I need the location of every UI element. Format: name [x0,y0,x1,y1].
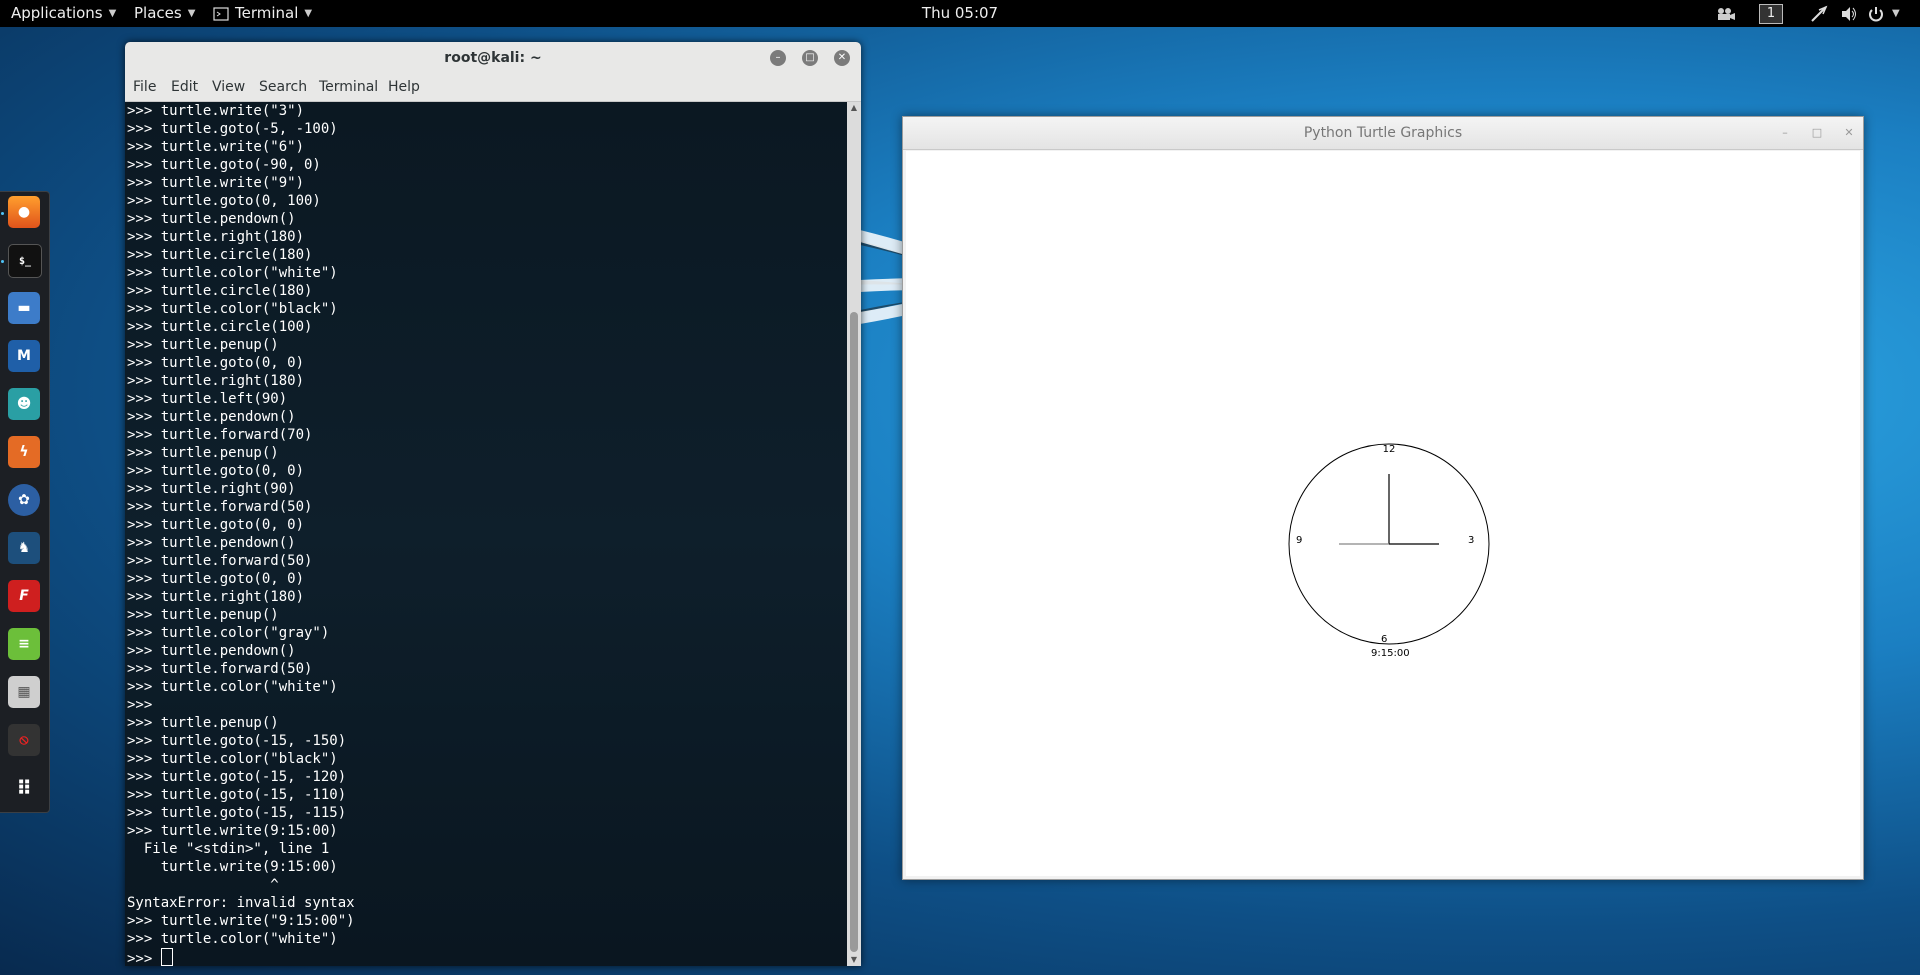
turtle-graphics-window: Python Turtle Graphics – □ ✕ 12 3 6 9 9:… [902,116,1864,880]
show-apps-icon[interactable]: ⠿ [8,772,40,804]
terminal-line: >>> turtle.circle(180) [127,247,313,263]
scroll-down-icon[interactable]: ▼ [847,954,861,966]
leafpad-icon[interactable]: ≡ [8,628,40,660]
terminal-line: >>> turtle.color("black") [127,301,338,317]
menu-terminal[interactable]: Terminal [319,74,378,101]
minimize-button[interactable]: – [770,50,786,66]
terminal-line: >>> turtle.write(9:15:00) [127,823,338,839]
terminal-text: >>> turtle.write("3") >>> turtle.goto(-5… [127,102,355,966]
terminal-line: >>> turtle.color("white") [127,679,338,695]
terminal-line: >>> turtle.goto(-15, -120) [127,769,347,785]
terminal-line: SyntaxError: invalid syntax [127,895,355,911]
terminal-title: root@kali: ~ [444,50,542,66]
terminal-line: >>> turtle.goto(0, 0) [127,463,305,479]
terminal-line: >>> turtle.goto(-15, -150) [127,733,347,749]
terminal-line: >>> turtle.write("9") [127,175,305,191]
maximize-button[interactable]: □ [802,50,818,66]
terminal-output[interactable]: >>> turtle.write("3") >>> turtle.goto(-5… [125,102,847,966]
terminal-history: >>> turtle.write("3") >>> turtle.goto(-5… [127,103,355,947]
terminal-line: >>> turtle.right(180) [127,589,305,605]
terminal-line: File "<stdin>", line 1 [143,841,330,857]
turtle-titlebar[interactable]: Python Turtle Graphics – □ ✕ [903,117,1863,150]
time-text: 9:15:00 [1371,648,1410,659]
terminal-line: >>> turtle.pendown() [127,409,296,425]
terminal-line: >>> turtle.pendown() [127,211,296,227]
terminal-window: root@kali: ~ – □ ✕ File Edit View Search… [125,42,861,966]
menu-view[interactable]: View [212,74,245,101]
terminal-line: >>> turtle.color("white") [127,265,338,281]
clock-label-3: 3 [1468,535,1474,546]
terminal-menubar: File Edit View Search Terminal Help [125,74,861,102]
terminal-line: >>> turtle.goto(-5, -100) [127,121,338,137]
metasploit-icon[interactable]: M [8,340,40,372]
close-button[interactable]: ✕ [1842,126,1856,140]
clock-label-6: 6 [1381,634,1387,645]
terminal-line: >>> turtle.goto(0, 0) [127,571,305,587]
menu-file[interactable]: File [133,74,156,101]
menu-help[interactable]: Help [388,74,420,101]
beef-icon[interactable]: ♞ [8,532,40,564]
terminal-line: >>> turtle.forward(70) [127,427,313,443]
cherrytree-icon[interactable]: ▦ [8,676,40,708]
scrollbar-thumb[interactable] [850,312,858,952]
terminal-line: >>> turtle.write("9:15:00") [127,913,355,929]
armitage-icon[interactable]: ☻ [8,388,40,420]
terminal-line: >>> turtle.pendown() [127,643,296,659]
minimize-button[interactable]: – [1778,126,1792,140]
terminal-icon[interactable]: $_ [8,244,42,278]
clock-label-9: 9 [1296,535,1302,546]
terminal-line: >>> turtle.color("gray") [127,625,330,641]
menu-search[interactable]: Search [259,74,307,101]
terminal-line: >>> turtle.pendown() [127,535,296,551]
terminal-scrollbar[interactable]: ▲ ▼ [847,102,861,966]
terminal-line: >>> turtle.goto(0, 0) [127,355,305,371]
turtle-window-title: Python Turtle Graphics [1303,125,1463,141]
terminal-line: >>> turtle.left(90) [127,391,288,407]
text-cursor [160,948,173,966]
terminal-line: >>> turtle.forward(50) [127,499,313,515]
terminal-line: turtle.write(9:15:00) [160,859,338,875]
terminal-prompt: >>> [127,951,161,966]
clock-label-12: 12 [1383,444,1396,455]
clock-drawing: 12 3 6 9 9:15:00 [1288,443,1490,659]
faraday-icon[interactable]: F [8,580,40,612]
terminal-line: >>> turtle.color("black") [127,751,338,767]
terminal-line: >>> turtle.circle(180) [127,283,313,299]
terminal-line: >>> turtle.circle(100) [127,319,313,335]
terminal-line: >>> [127,697,153,713]
terminal-line: >>> turtle.penup() [127,607,279,623]
terminal-line: ^ [270,877,279,893]
terminal-line: >>> turtle.right(180) [127,373,305,389]
files-icon[interactable]: ▬ [8,292,40,324]
terminal-line: >>> turtle.goto(0, 100) [127,193,321,209]
terminal-line: >>> turtle.goto(-90, 0) [127,157,321,173]
terminal-line: >>> turtle.penup() [127,337,279,353]
terminal-line: >>> turtle.color("white") [127,931,338,947]
terminal-line: >>> turtle.right(90) [127,481,296,497]
terminal-line: >>> turtle.goto(0, 0) [127,517,305,533]
maltego-icon[interactable]: ✿ [8,484,40,516]
terminal-line: >>> turtle.penup() [127,715,279,731]
terminal-line: >>> turtle.write("6") [127,139,305,155]
terminal-line: >>> turtle.goto(-15, -110) [127,787,347,803]
menu-edit[interactable]: Edit [171,74,198,101]
terminal-line: >>> turtle.right(180) [127,229,305,245]
burpsuite-icon[interactable]: ϟ [8,436,40,468]
recordmydesktop-icon[interactable]: ⦸ [8,724,40,756]
close-button[interactable]: ✕ [834,50,850,66]
terminal-line: >>> turtle.goto(-15, -115) [127,805,347,821]
terminal-line: >>> turtle.penup() [127,445,279,461]
dock: ● $_ ▬ M ☻ ϟ ✿ ♞ F ≡ ▦ ⦸ ⠿ [0,191,50,813]
terminal-line: >>> turtle.forward(50) [127,661,313,677]
terminal-line: >>> turtle.forward(50) [127,553,313,569]
terminal-line: >>> turtle.write("3") [127,103,305,119]
firefox-icon[interactable]: ● [8,196,40,228]
maximize-button[interactable]: □ [1810,126,1824,140]
scroll-up-icon[interactable]: ▲ [847,102,861,114]
terminal-titlebar[interactable]: root@kali: ~ – □ ✕ [125,42,861,75]
turtle-canvas[interactable]: 12 3 6 9 9:15:00 [906,151,1860,876]
